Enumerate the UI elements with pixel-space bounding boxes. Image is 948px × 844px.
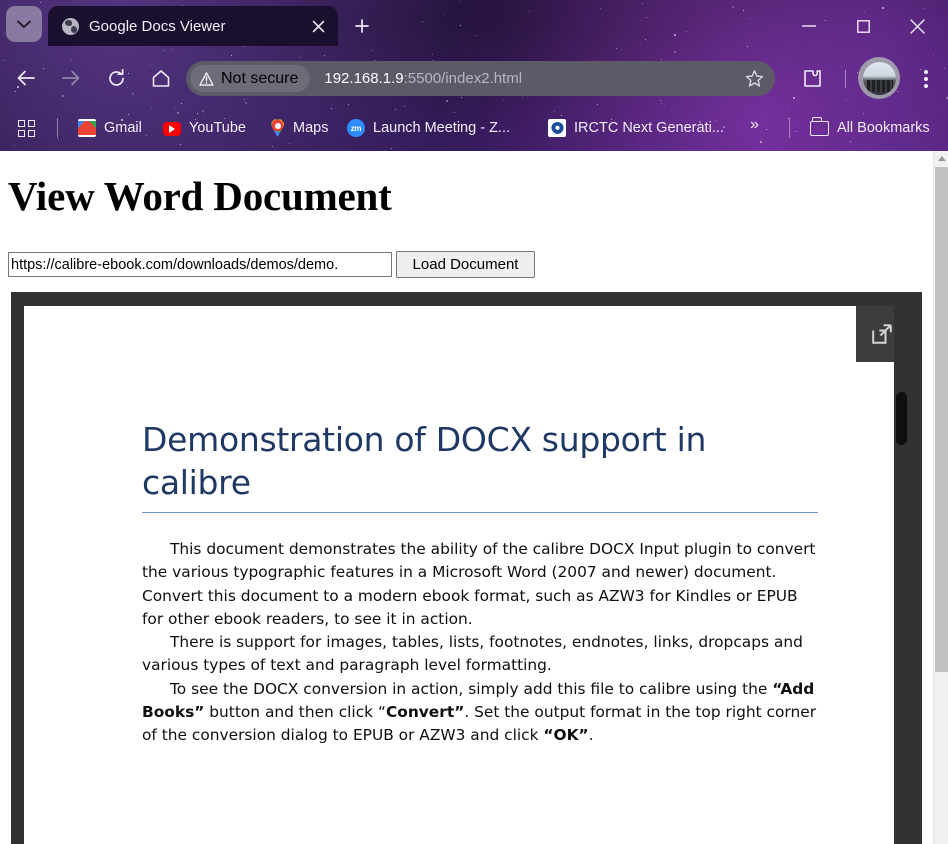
toolbar-separator [845,70,846,88]
reload-button[interactable] [98,60,134,96]
all-bookmarks-button[interactable]: All Bookmarks [810,114,930,142]
minimize-button[interactable] [786,8,832,44]
text-run: button and then click “ [204,703,386,722]
browser-window: Google Docs Viewer Not secure 192.168.1.… [0,0,948,844]
scrollbar-up-arrow-icon[interactable] [934,151,948,166]
text-run-bold: Convert” [385,703,465,722]
url-text: 192.168.1.9:5500/index2.html [324,70,522,87]
security-status-badge[interactable]: Not secure [190,65,311,92]
bookmark-gmail[interactable]: Gmail [78,114,142,142]
folder-icon [810,117,829,136]
maximize-icon [856,19,870,33]
gmail-icon [78,119,96,137]
document-paragraph: To see the DOCX conversion in action, si… [142,678,820,748]
zoom-icon: zm [347,119,365,137]
page-scrollbar[interactable] [933,151,948,844]
apps-grid-button[interactable] [18,114,35,142]
maximize-button[interactable] [840,8,886,44]
close-glyph [312,20,324,32]
irctc-icon [548,119,566,137]
page-title: View Word Document [8,173,392,219]
reload-icon [108,68,124,86]
plus-icon [355,19,369,33]
document-paragraph: There is support for images, tables, lis… [142,633,803,675]
viewer-scrollbar[interactable] [894,306,908,844]
back-arrow-icon [17,70,35,86]
chevron-down-icon [17,20,31,28]
bookmark-maps[interactable]: Maps [270,114,328,142]
bookmark-launch-meeting[interactable]: zm Launch Meeting - Z... [347,114,510,142]
star-glyph [745,70,763,87]
tab-search-button[interactable] [6,6,42,42]
close-window-button[interactable] [894,8,940,44]
chrome-menu-button[interactable] [908,61,943,96]
bookmark-youtube[interactable]: YouTube [163,114,246,142]
bookmarks-bar: Gmail YouTube Maps zm Launch Meeting - Z… [0,104,948,151]
bookmarks-separator [57,118,58,138]
url-path: :5500/index2.html [403,70,523,87]
warning-triangle-icon [199,71,214,86]
all-bookmarks-label: All Bookmarks [837,120,930,136]
home-button[interactable] [143,60,179,96]
forward-arrow-icon [62,70,80,86]
viewer-scrollbar-thumb[interactable] [896,392,907,445]
bookmark-label: YouTube [189,120,246,136]
back-button[interactable] [8,60,44,96]
bookmark-label: Gmail [104,120,142,136]
load-document-button[interactable]: Load Document [396,251,535,278]
browser-toolbar: Not secure 192.168.1.9:5500/index2.html [0,52,948,104]
browser-chrome: Google Docs Viewer Not secure 192.168.1.… [0,0,948,151]
document-paragraph: This document demonstrates the ability o… [142,540,816,628]
avatar [862,61,896,95]
url-host: 192.168.1.9 [324,70,404,87]
document-heading: Demonstration of DOCX support in calibre [142,420,707,502]
document-viewer-frame: Demonstration of DOCX support in calibre… [11,292,922,844]
text-run: . [588,726,594,745]
forward-button[interactable] [53,60,89,96]
bookmark-label: Launch Meeting - Z... [373,120,511,136]
heading-rule [142,512,818,513]
address-bar[interactable]: Not secure 192.168.1.9:5500/index2.html [186,61,775,96]
bookmarks-separator-2 [789,118,790,138]
bookmark-star-icon[interactable] [741,66,767,92]
text-run: To see the DOCX conversion in action, si… [170,679,773,698]
apps-grid-icon [18,119,35,137]
home-icon [152,69,170,87]
new-tab-button[interactable] [346,11,378,41]
three-dots-icon [923,69,928,88]
document-url-input[interactable] [8,252,392,277]
profile-button[interactable] [858,57,900,99]
tab-title: Google Docs Viewer [89,17,226,35]
bookmark-irctc[interactable]: IRCTC Next Generati... [548,114,724,142]
close-icon[interactable] [305,13,331,39]
window-controls [768,0,948,52]
document-viewer: Demonstration of DOCX support in calibre… [24,306,908,844]
page-content: View Word Document Load Document Demonst… [0,151,933,844]
bookmark-label: IRCTC Next Generati... [574,120,724,136]
youtube-icon [163,122,181,136]
tab-strip: Google Docs Viewer [0,0,948,52]
open-in-new-window-icon [872,324,892,344]
minimize-icon [802,25,816,27]
text-run-bold: “OK” [543,726,589,745]
browser-tab[interactable]: Google Docs Viewer [48,6,338,46]
page-scrollbar-thumb[interactable] [935,167,948,672]
puzzle-piece-icon [804,70,821,87]
word-document-page: Demonstration of DOCX support in calibre… [24,306,894,844]
close-window-icon [909,18,925,34]
bookmark-label: Maps [293,120,329,136]
security-status-label: Not secure [221,69,299,87]
bookmarks-overflow-button[interactable]: » [750,116,759,134]
extensions-button[interactable] [795,61,830,96]
maps-icon [270,119,285,137]
document-body: This document demonstrates the ability o… [142,538,820,748]
globe-icon [62,17,79,35]
